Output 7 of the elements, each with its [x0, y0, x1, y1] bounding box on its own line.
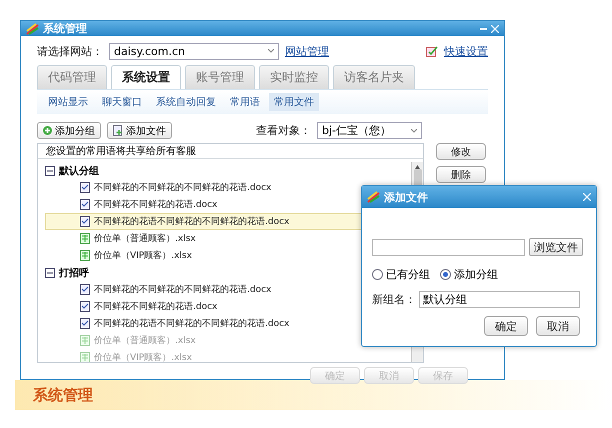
- group-name-label: 新组名：: [372, 292, 416, 306]
- banner-title: 系统管理: [33, 386, 93, 404]
- list-header: 您设置的常用语将共享给所有客服: [46, 144, 196, 158]
- view-target-label: 查看对象：: [256, 123, 311, 138]
- dialog-title: 添加文件: [384, 190, 429, 204]
- site-label: 请选择网站：: [37, 44, 103, 58]
- window-title: 系统管理: [43, 21, 88, 36]
